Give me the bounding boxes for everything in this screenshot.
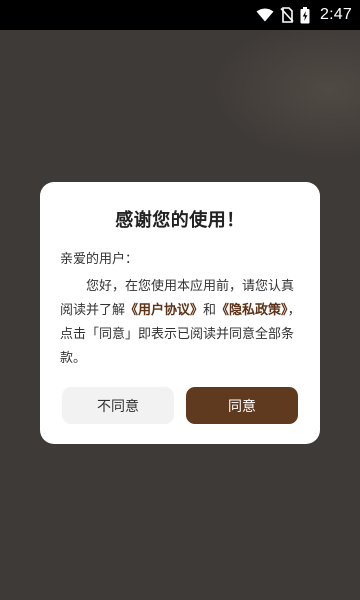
battery-charging-icon — [300, 6, 310, 24]
no-sim-icon — [280, 7, 294, 23]
privacy-policy-link[interactable]: 《隐私政策》 — [216, 303, 288, 318]
status-clock: 2:47 — [320, 6, 352, 23]
body-text-part2: 和 — [203, 303, 217, 318]
status-icons: 2:47 — [256, 0, 352, 30]
user-agreement-link[interactable]: 《用户协议》 — [125, 303, 203, 318]
dialog-title: 感谢您的使用！ — [115, 210, 245, 231]
disagree-button[interactable]: 不同意 — [62, 387, 174, 424]
dialog-greeting: 亲爱的用户： — [60, 252, 139, 267]
status-bar: 2:47 — [0, 0, 360, 30]
wifi-icon — [256, 8, 274, 22]
dialog-body: 您好，在您使用本应用前，请您认真阅读并了解《用户协议》和《隐私政策》，点击「同意… — [60, 275, 304, 371]
privacy-consent-dialog: 感谢您的使用！ 亲爱的用户： 您好，在您使用本应用前，请您认真阅读并了解《用户协… — [40, 182, 320, 444]
agree-button[interactable]: 同意 — [186, 387, 298, 424]
